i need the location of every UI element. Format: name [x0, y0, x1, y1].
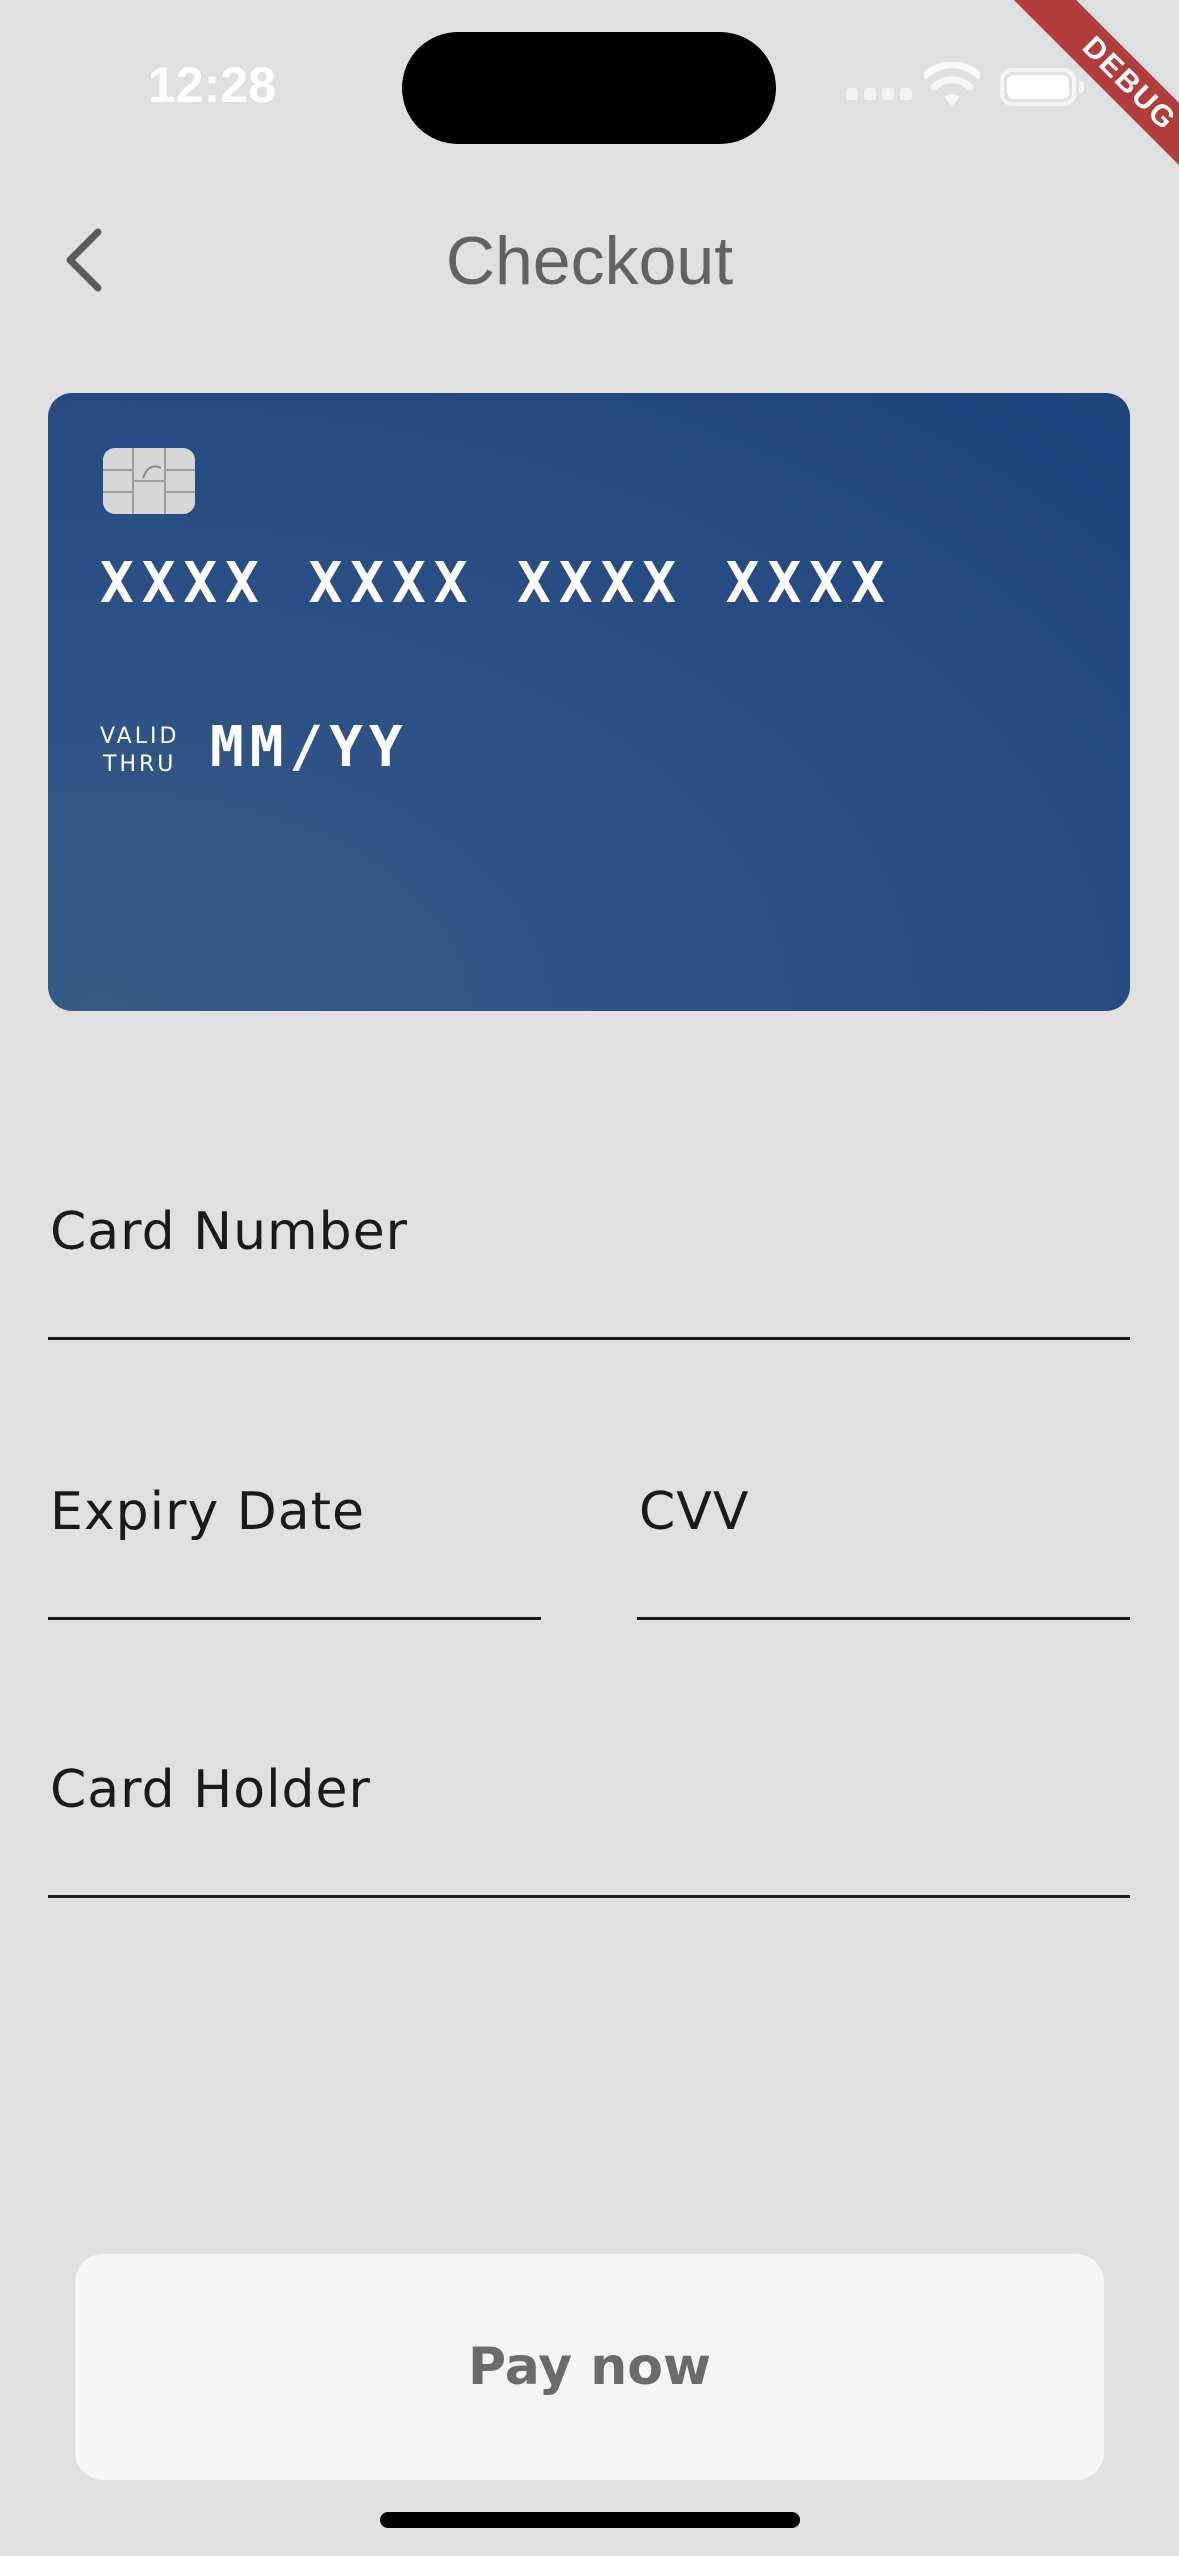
dynamic-island: [402, 32, 776, 144]
valid-thru-label: VALID THRU: [100, 723, 179, 779]
status-time: 12:28: [148, 57, 276, 113]
card-expiry-display: MM/YY: [210, 715, 409, 780]
card-chip-icon: [103, 448, 195, 514]
expiry-date-label: Expiry Date: [50, 1482, 366, 1542]
card-holder-field[interactable]: Card Holder: [48, 1738, 1130, 1898]
cellular-signal-icon: [846, 88, 912, 100]
credit-card-preview: XXXX XXXX XXXX XXXX VALID THRU MM/YY: [48, 393, 1130, 1011]
card-holder-label: Card Holder: [50, 1760, 371, 1820]
page-title: Checkout: [445, 223, 734, 299]
wifi-icon: [924, 62, 980, 106]
thru-label: THRU: [103, 752, 177, 777]
home-indicator[interactable]: [380, 2512, 800, 2528]
card-number-field[interactable]: Card Number: [48, 1180, 1130, 1340]
cvv-field[interactable]: CVV: [637, 1460, 1130, 1620]
pay-now-button[interactable]: Pay now: [75, 2254, 1104, 2480]
expiry-date-field[interactable]: Expiry Date: [48, 1460, 541, 1620]
cvv-label: CVV: [639, 1482, 750, 1542]
card-number-label: Card Number: [50, 1202, 409, 1262]
valid-label: VALID: [100, 724, 180, 749]
debug-banner: DEBUG: [979, 0, 1179, 200]
card-number-display: XXXX XXXX XXXX XXXX: [100, 551, 893, 616]
debug-label: DEBUG: [1007, 0, 1179, 200]
